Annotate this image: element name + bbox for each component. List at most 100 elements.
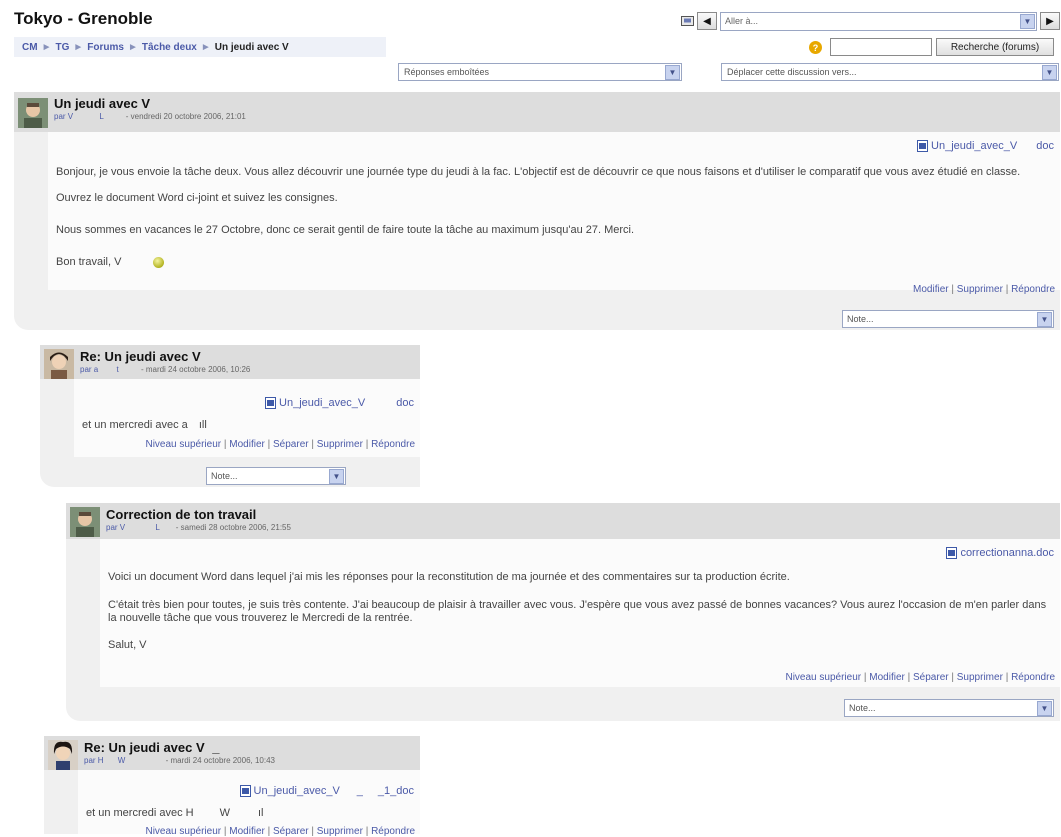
post-paragraph: Salut, V [108, 639, 147, 651]
post-attachment[interactable]: Un_jeudi_avec_V doc [265, 397, 414, 409]
attachment-name: Un_jeudi_avec_V [253, 785, 340, 797]
select-arrow-icon: ▼ [1020, 13, 1035, 29]
post-date: - mardi 24 octobre 2006, 10:43 [165, 756, 275, 765]
post-title: Re: Un jeudi avec V [80, 349, 201, 364]
post-attachment[interactable]: Un_jeudi_avec_V _ _1_doc [239, 785, 414, 797]
breadcrumb-separator: ► [200, 41, 211, 53]
attachment-name: correctionanna.doc [960, 547, 1054, 559]
post-author[interactable]: par V [106, 523, 125, 532]
post-meta: par a t - mardi 24 octobre 2006, 10:26 [80, 365, 250, 374]
paragraph-text: ıl [258, 807, 264, 819]
post-paragraph: Ouvrez le document Word ci-joint et suiv… [56, 192, 338, 204]
post-paragraph: et un mercredi avec H Wıl [86, 807, 412, 820]
post-paragraph: Bonjour, je vous envoie la tâche deux. V… [56, 166, 1021, 178]
breadcrumb-cm[interactable]: CM [22, 42, 38, 53]
post-actions: Niveau supérieur | Modifier | Séparer | … [145, 439, 415, 450]
prev-activity-button[interactable]: ◀ [697, 12, 717, 30]
delete-link[interactable]: Supprimer [317, 439, 363, 450]
post-paragraph: et un mercredi avec a ıll [82, 419, 412, 432]
smiley-icon [153, 256, 165, 268]
help-icon[interactable]: ? [809, 41, 822, 54]
avatar [44, 349, 74, 379]
delete-link[interactable]: Supprimer [957, 284, 1003, 295]
reply-link[interactable]: Répondre [371, 826, 415, 837]
post-author-initial[interactable]: W [118, 756, 126, 765]
post-author[interactable]: par a [80, 365, 98, 374]
post-paragraph: C'était très bien pour toutes, je suis t… [108, 599, 1047, 624]
forum-post: Re: Un jeudi avec V par a t - mardi 24 o… [40, 345, 420, 487]
move-discussion-select[interactable]: Déplacer cette discussion vers... ▼ [721, 63, 1059, 81]
reply-link[interactable]: Répondre [1011, 672, 1055, 683]
paragraph-text: et un mercredi avec H [86, 807, 194, 819]
breadcrumb-separator: ► [73, 41, 84, 53]
parent-level-link[interactable]: Niveau supérieur [145, 439, 221, 450]
post-author-initial[interactable]: L [99, 112, 103, 121]
display-mode-select[interactable]: Réponses emboîtées ▼ [398, 63, 682, 81]
split-link[interactable]: Séparer [273, 826, 309, 837]
post-date: - samedi 28 octobre 2006, 21:55 [175, 523, 291, 532]
post-author[interactable]: par H [84, 756, 104, 765]
edit-link[interactable]: Modifier [229, 439, 265, 450]
bookmark-icon[interactable] [680, 14, 694, 28]
rating-value: Note... [849, 703, 876, 713]
parent-level-link[interactable]: Niveau supérieur [145, 826, 221, 837]
breadcrumb-separator: ► [41, 41, 52, 53]
post-meta: par H W - mardi 24 octobre 2006, 10:43 [84, 756, 275, 765]
delete-link[interactable]: Supprimer [317, 826, 363, 837]
breadcrumb-separator: ► [127, 41, 138, 53]
attachment-extension: doc [1036, 140, 1054, 152]
post-author-initial[interactable]: L [155, 523, 159, 532]
breadcrumb-forums[interactable]: Forums [87, 42, 124, 53]
reply-link[interactable]: Répondre [1011, 284, 1055, 295]
select-arrow-icon: ▼ [1037, 701, 1052, 716]
forum-post: Re: Un jeudi avec V _ par H W - mardi 24… [44, 736, 420, 837]
breadcrumb-tache-deux[interactable]: Tâche deux [142, 42, 197, 53]
edit-link[interactable]: Modifier [869, 672, 905, 683]
post-actions: Modifier | Supprimer | Répondre [913, 284, 1055, 295]
post-title-text: _ [212, 740, 220, 755]
post-actions: Niveau supérieur | Modifier | Séparer | … [785, 672, 1055, 683]
post-header: Re: Un jeudi avec V par a t - mardi 24 o… [40, 345, 420, 379]
word-doc-icon [239, 785, 251, 797]
post-title: Correction de ton travail [106, 507, 257, 522]
post-author-initial[interactable]: t [116, 365, 118, 374]
breadcrumb-tg[interactable]: TG [55, 42, 69, 53]
attachment-extension: _1_doc [377, 785, 414, 797]
jump-to-select[interactable]: Aller à... ▼ [720, 11, 1037, 31]
post-title-text: Re: Un jeudi avec V [84, 740, 205, 755]
split-link[interactable]: Séparer [913, 672, 949, 683]
select-arrow-icon: ▼ [1037, 312, 1052, 327]
search-forums-button[interactable]: Recherche (forums) [936, 38, 1054, 56]
split-link[interactable]: Séparer [273, 439, 309, 450]
delete-link[interactable]: Supprimer [957, 672, 1003, 683]
select-arrow-icon: ▼ [665, 65, 680, 80]
attachment-name: _ [356, 785, 363, 797]
parent-level-link[interactable]: Niveau supérieur [785, 672, 861, 683]
search-input[interactable] [830, 38, 932, 56]
post-attachment[interactable]: correctionanna.doc [946, 547, 1054, 559]
paragraph-text: W [219, 807, 230, 819]
rating-select[interactable]: Note... ▼ [842, 310, 1054, 328]
post-body: Un_jeudi_avec_V _ _1_doc et un mercredi … [78, 770, 420, 837]
next-activity-button[interactable]: ▶ [1040, 12, 1060, 30]
post-author[interactable]: par V [54, 112, 73, 121]
post-attachment[interactable]: Un_jeudi_avec_V doc [917, 140, 1054, 152]
attachment-extension: doc [396, 397, 414, 409]
avatar [70, 507, 100, 537]
forum-post: Correction de ton travail par V L - same… [66, 503, 1060, 721]
rating-select[interactable]: Note... ▼ [844, 699, 1054, 717]
word-doc-icon [946, 547, 958, 559]
post-date: - mardi 24 octobre 2006, 10:26 [140, 365, 251, 374]
reply-link[interactable]: Répondre [371, 439, 415, 450]
post-body: Un_jeudi_avec_V doc et un mercredi avec … [74, 379, 420, 457]
word-doc-icon [265, 397, 277, 409]
post-title: Re: Un jeudi avec V _ [84, 740, 220, 755]
edit-link[interactable]: Modifier [913, 284, 949, 295]
edit-link[interactable]: Modifier [229, 826, 265, 837]
post-signoff: Bon travail, V [56, 256, 1052, 269]
post-paragraph: Nous sommes en vacances le 27 Octobre, d… [56, 224, 635, 236]
attachment-name: Un_jeudi_avec_V [931, 140, 1018, 152]
rating-select[interactable]: Note... ▼ [206, 467, 346, 485]
breadcrumb: CM ► TG ► Forums ► Tâche deux ► Un jeudi… [14, 37, 386, 57]
post-header: Un jeudi avec V par V L - vendredi 20 oc… [14, 92, 1060, 132]
